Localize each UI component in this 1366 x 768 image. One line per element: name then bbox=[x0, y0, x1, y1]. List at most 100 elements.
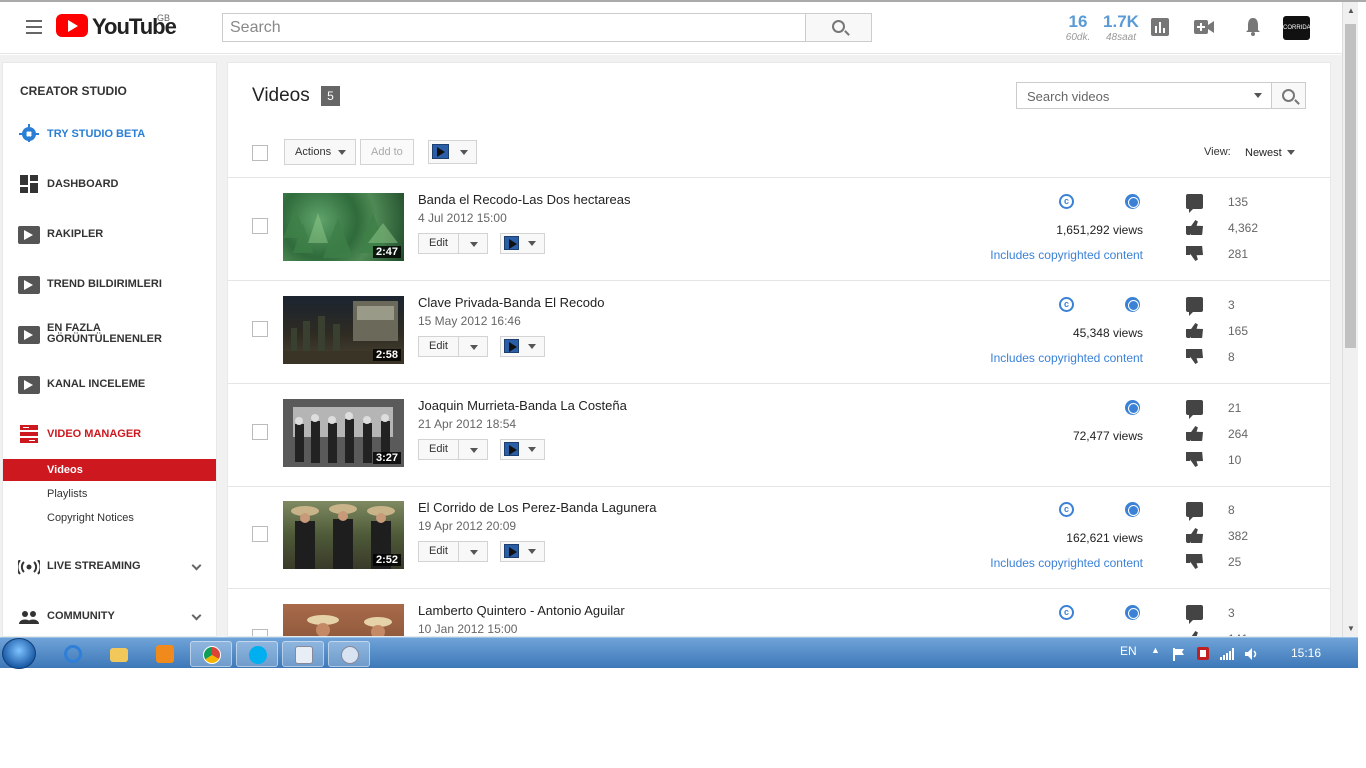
video-select-checkbox[interactable] bbox=[252, 424, 268, 440]
public-globe-icon[interactable] bbox=[1125, 605, 1140, 620]
hamburger-menu-icon[interactable] bbox=[26, 20, 42, 34]
taskbar-chrome[interactable] bbox=[190, 641, 232, 667]
copyright-claim-icon[interactable]: c bbox=[1059, 502, 1074, 517]
edit-button[interactable]: Edit bbox=[418, 541, 488, 562]
actions-dropdown-button[interactable]: Actions bbox=[284, 139, 356, 165]
add-to-button[interactable]: Add to bbox=[360, 139, 414, 165]
realtime-stat-60min[interactable]: 16 60dk. bbox=[1064, 12, 1092, 43]
video-thumbnail[interactable]: 2:52 bbox=[283, 501, 404, 569]
video-select-checkbox[interactable] bbox=[252, 526, 268, 542]
edit-dropdown-caret-icon[interactable] bbox=[470, 345, 478, 350]
video-thumbnail[interactable]: 3:27 bbox=[283, 399, 404, 467]
search-icon bbox=[1282, 89, 1295, 102]
select-all-checkbox[interactable] bbox=[252, 145, 268, 161]
sidebar-subitem-copyright-notices[interactable]: Copyright Notices bbox=[3, 507, 216, 529]
sidebar-subitem-videos[interactable]: Videos bbox=[3, 459, 216, 481]
taskbar-media-player[interactable] bbox=[144, 641, 186, 667]
copyright-claim-icon[interactable]: c bbox=[1059, 194, 1074, 209]
video-select-checkbox[interactable] bbox=[252, 321, 268, 337]
sidebar-item-rakipler[interactable]: RAKIPLER bbox=[3, 219, 216, 249]
video-date: 4 Jul 2012 15:00 bbox=[418, 211, 507, 225]
show-hidden-icons-arrow-icon[interactable]: ▲ bbox=[1151, 645, 1160, 655]
copyright-claim-icon[interactable]: c bbox=[1059, 297, 1074, 312]
copyright-content-link[interactable]: Includes copyrighted content bbox=[990, 248, 1143, 262]
taskbar-paint[interactable] bbox=[328, 641, 370, 667]
volume-speaker-icon[interactable] bbox=[1244, 647, 1260, 661]
search-filter-dropdown-icon[interactable] bbox=[1254, 93, 1262, 98]
sidebar-item-live-streaming[interactable]: LIVE STREAMING bbox=[3, 551, 216, 581]
video-thumbnail[interactable]: 2:47 bbox=[283, 193, 404, 261]
video-views: 72,477 views bbox=[1072, 429, 1143, 443]
sidebar-item-video-manager[interactable]: VIDEO MANAGER bbox=[3, 419, 216, 449]
edit-dropdown-caret-icon[interactable] bbox=[470, 448, 478, 453]
sort-caret-down-icon[interactable] bbox=[1287, 150, 1295, 155]
video-title-link[interactable]: El Corrido de Los Perez-Banda Lagunera bbox=[418, 500, 656, 515]
tubebuddy-row-button[interactable] bbox=[500, 439, 545, 460]
edit-button[interactable]: Edit bbox=[418, 233, 488, 254]
chevron-down-icon[interactable] bbox=[191, 560, 202, 571]
video-title-link[interactable]: Clave Privada-Banda El Recodo bbox=[418, 295, 604, 310]
public-globe-icon[interactable] bbox=[1125, 400, 1140, 415]
video-select-checkbox[interactable] bbox=[252, 218, 268, 234]
copyright-claim-icon[interactable]: c bbox=[1059, 605, 1074, 620]
account-avatar[interactable]: CORRIDA DE FARA bbox=[1283, 16, 1311, 55]
sidebar-item-label: TRY STUDIO BETA bbox=[47, 128, 146, 140]
chevron-down-icon[interactable] bbox=[191, 610, 202, 621]
sidebar-item-dashboard[interactable]: DASHBOARD bbox=[3, 169, 216, 199]
taskbar-internet-explorer[interactable] bbox=[52, 641, 94, 667]
sidebar-subitem-playlists[interactable]: Playlists bbox=[3, 483, 216, 505]
tubebuddy-row-button[interactable] bbox=[500, 336, 545, 357]
taskbar-skype[interactable] bbox=[236, 641, 278, 667]
tubebuddy-icon bbox=[18, 276, 40, 294]
video-thumbnail[interactable] bbox=[283, 604, 404, 636]
search-videos-button[interactable] bbox=[1271, 82, 1306, 109]
edit-button[interactable]: Edit bbox=[418, 336, 488, 357]
sidebar-item-try-studio-beta[interactable]: TRY STUDIO BETA bbox=[3, 119, 216, 149]
scrollbar-thumb[interactable] bbox=[1345, 24, 1356, 348]
dislike-icon bbox=[1186, 452, 1203, 467]
system-clock[interactable]: 15:16 bbox=[1291, 646, 1321, 660]
copyright-content-link[interactable]: Includes copyrighted content bbox=[990, 351, 1143, 365]
public-globe-icon[interactable] bbox=[1125, 194, 1140, 209]
search-input[interactable]: Search bbox=[222, 13, 806, 42]
edit-dropdown-caret-icon[interactable] bbox=[470, 550, 478, 555]
taskbar-file-explorer[interactable] bbox=[98, 641, 140, 667]
analytics-icon[interactable] bbox=[1151, 18, 1169, 36]
sidebar-item-kanal-inceleme[interactable]: KANAL INCELEME bbox=[3, 369, 216, 399]
network-signal-icon[interactable] bbox=[1220, 647, 1236, 660]
sidebar-item-label: RAKIPLER bbox=[47, 228, 104, 240]
copyright-content-link[interactable]: Includes copyrighted content bbox=[990, 556, 1143, 570]
realtime-stat-48h[interactable]: 1.7K 48saat bbox=[1102, 12, 1140, 43]
video-title-link[interactable]: Lamberto Quintero - Antonio Aguilar bbox=[418, 603, 625, 618]
tubebuddy-bulk-button[interactable] bbox=[428, 140, 477, 164]
action-center-flag-icon[interactable] bbox=[1172, 647, 1186, 661]
sidebar-item-community[interactable]: COMMUNITY bbox=[3, 601, 216, 631]
language-indicator[interactable]: EN bbox=[1120, 644, 1137, 658]
notifications-bell-icon[interactable] bbox=[1245, 17, 1261, 37]
video-thumbnail[interactable]: 2:58 bbox=[283, 296, 404, 364]
sidebar-item-trend-bildirimleri[interactable]: TREND BILDIRIMLERI bbox=[3, 269, 216, 299]
taskbar-notepad[interactable] bbox=[282, 641, 324, 667]
start-button-icon[interactable] bbox=[2, 638, 36, 669]
edit-button[interactable]: Edit bbox=[418, 439, 488, 460]
tubebuddy-row-button[interactable] bbox=[500, 233, 545, 254]
edit-label: Edit bbox=[429, 237, 448, 249]
scroll-down-arrow-icon[interactable]: ▼ bbox=[1347, 624, 1355, 633]
upload-video-icon[interactable] bbox=[1194, 20, 1214, 34]
video-select-checkbox[interactable] bbox=[252, 629, 268, 636]
search-videos-input[interactable]: Search videos bbox=[1016, 82, 1272, 109]
search-button[interactable] bbox=[805, 13, 872, 42]
scroll-up-arrow-icon[interactable]: ▲ bbox=[1347, 6, 1355, 15]
youtube-logo-icon[interactable] bbox=[56, 14, 88, 37]
tray-app-icon[interactable] bbox=[1196, 646, 1210, 661]
video-title-link[interactable]: Banda el Recodo-Las Dos hectareas bbox=[418, 192, 630, 207]
sidebar-item-en-fazla-goruntulenenler[interactable]: EN FAZLA GÖRÜNTÜLENENLER bbox=[3, 319, 216, 349]
public-globe-icon[interactable] bbox=[1125, 502, 1140, 517]
public-globe-icon[interactable] bbox=[1125, 297, 1140, 312]
sort-order-dropdown[interactable]: Newest bbox=[1245, 147, 1282, 159]
video-title-link[interactable]: Joaquin Murrieta-Banda La Costeña bbox=[418, 398, 627, 413]
page-scrollbar[interactable]: ▲ ▼ bbox=[1342, 2, 1358, 637]
edit-dropdown-caret-icon[interactable] bbox=[470, 242, 478, 247]
stat-label: 48saat bbox=[1105, 32, 1137, 43]
tubebuddy-row-button[interactable] bbox=[500, 541, 545, 562]
